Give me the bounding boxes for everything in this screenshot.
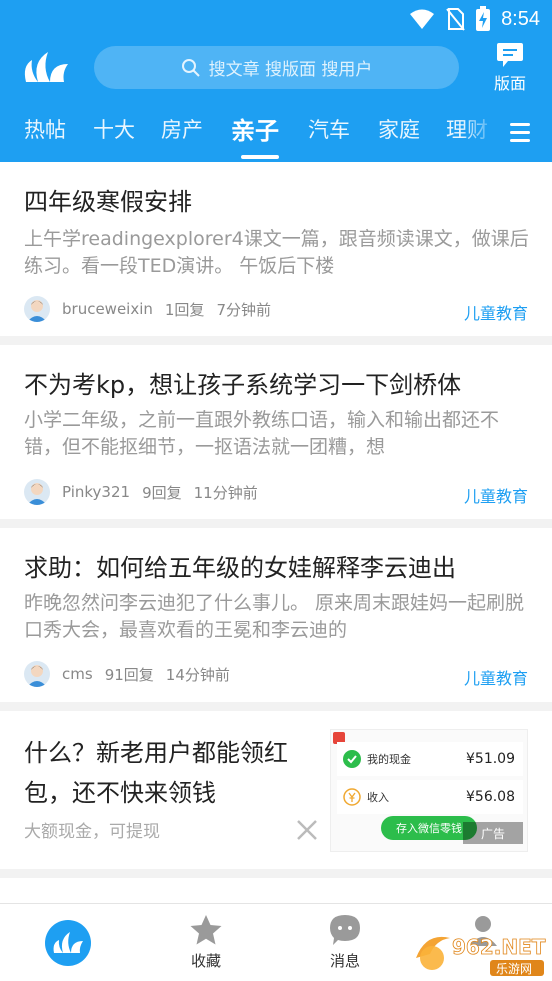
- tab-real-estate[interactable]: 房产: [161, 114, 203, 144]
- search-icon: [181, 58, 200, 77]
- chat-bubble-icon: [330, 915, 360, 945]
- status-bar: 8:54: [0, 0, 552, 40]
- ad-cash-amount: ¥51.09: [466, 751, 515, 767]
- category-tabs: 热帖 十大 房产 亲子 汽车 家庭 理财: [0, 108, 552, 159]
- status-time: 8:54: [501, 7, 540, 30]
- post-card-partial[interactable]: [0, 878, 552, 903]
- post-replies: 91回复: [104, 665, 154, 684]
- post-card[interactable]: 四年级寒假安排 上午学readingexplorer4课文一篇，跟音频读课文，做…: [0, 162, 552, 336]
- post-time: 11分钟前: [193, 483, 258, 502]
- post-meta: Pinky321 9回复 11分钟前: [24, 477, 258, 507]
- tab-parenting[interactable]: 亲子: [231, 111, 279, 146]
- avatar[interactable]: [24, 479, 50, 505]
- tab-hot[interactable]: 热帖: [24, 114, 66, 144]
- post-title[interactable]: 求助：如何给五年级的女娃解释李云迪出: [24, 548, 456, 583]
- nav-messages-label: 消息: [329, 952, 360, 970]
- post-author[interactable]: cms: [62, 665, 93, 683]
- post-excerpt: 小学二年级，之前一直跟外教练口语，输入和输出都还不错，但不能抠细节，一抠语法就一…: [24, 409, 500, 458]
- post-author[interactable]: Pinky321: [62, 483, 130, 501]
- ad-image[interactable]: 我的现金 ¥51.09 收入 ¥56.08 存入微信零钱 广告: [330, 729, 528, 852]
- post-author[interactable]: bruceweixin: [62, 300, 153, 318]
- post-meta: bruceweixin 1回复 7分钟前: [24, 294, 271, 324]
- nav-favorites[interactable]: 收藏: [151, 904, 261, 981]
- watermark-sub: 乐游网: [496, 962, 532, 976]
- tab-menu-button[interactable]: [502, 118, 538, 148]
- post-meta: cms 91回复 14分钟前: [24, 659, 230, 689]
- post-card[interactable]: 求助：如何给五年级的女娃解释李云迪出 昨晚忽然问李云迪犯了什么事儿。 原来周末跟…: [0, 528, 552, 702]
- user-avatar-icon: [27, 665, 47, 687]
- post-category[interactable]: 儿童教育: [464, 665, 528, 689]
- post-replies: 1回复: [164, 300, 205, 319]
- post-replies: 9回复: [142, 483, 182, 502]
- active-tab-indicator: [241, 155, 279, 159]
- close-icon[interactable]: [294, 817, 320, 843]
- board-layout-label: 版面: [493, 74, 526, 93]
- avatar[interactable]: [24, 661, 50, 687]
- search-bar[interactable]: 搜文章 搜版面 搜用户: [94, 46, 459, 89]
- tab-scroll-fade: [462, 108, 498, 158]
- post-title[interactable]: 四年级寒假安排: [24, 182, 192, 217]
- post-category[interactable]: 儿童教育: [464, 483, 528, 507]
- tab-top-ten[interactable]: 十大: [93, 114, 135, 144]
- user-avatar-icon: [27, 300, 47, 322]
- wifi-icon: [410, 9, 435, 29]
- battery-charging-icon: [476, 6, 491, 31]
- board-icon: [497, 43, 523, 67]
- post-excerpt: 上午学readingexplorer4课文一篇，跟音频读课文，做课后练习。看一段…: [24, 228, 529, 277]
- ad-title[interactable]: 什么？新老用户都能领红包，还不快来领钱: [24, 733, 314, 813]
- post-title[interactable]: 不为考kp，想让孩子系统学习一下剑桥体: [24, 365, 461, 400]
- ad-subtitle: 大额现金，可提现: [24, 822, 160, 842]
- yen-coin-icon: [343, 788, 361, 806]
- nav-home[interactable]: [13, 904, 123, 981]
- watermark-logo-icon: [416, 936, 450, 970]
- home-logo-icon: [45, 920, 91, 966]
- tab-cars[interactable]: 汽车: [308, 114, 350, 144]
- avatar[interactable]: [24, 296, 50, 322]
- ad-badge: 广告: [463, 822, 523, 844]
- search-placeholder: 搜文章 搜版面 搜用户: [208, 60, 373, 80]
- watermark-text: 962.NET: [452, 935, 546, 959]
- post-time: 14分钟前: [165, 665, 230, 684]
- ad-cash-label: 我的现金: [367, 753, 411, 766]
- board-layout-button[interactable]: 版面: [484, 42, 536, 94]
- ad-badge-label: 广告: [480, 826, 505, 841]
- ad-cash-row: 我的现金 ¥51.09: [337, 742, 523, 776]
- nav-favorites-label: 收藏: [190, 952, 221, 970]
- star-icon: [190, 915, 222, 945]
- user-avatar-icon: [27, 483, 47, 505]
- app-logo-icon[interactable]: [22, 48, 74, 86]
- no-sim-icon: [446, 8, 465, 31]
- ad-income-label: 收入: [367, 791, 389, 804]
- ad-income-amount: ¥56.08: [466, 789, 515, 805]
- post-excerpt: 昨晚忽然问李云迪犯了什么事儿。 原来周末跟娃妈一起刷脱口秀大会，最喜欢看的王冕和…: [24, 592, 525, 641]
- tab-family[interactable]: 家庭: [378, 114, 420, 144]
- post-category[interactable]: 儿童教育: [464, 300, 528, 324]
- wechat-pay-icon: [343, 750, 361, 768]
- post-time: 7分钟前: [216, 300, 271, 319]
- nav-messages[interactable]: 消息: [290, 904, 400, 981]
- post-card[interactable]: 不为考kp，想让孩子系统学习一下剑桥体 小学二年级，之前一直跟外教练口语，输入和…: [0, 345, 552, 519]
- ad-income-row: 收入 ¥56.08: [337, 780, 523, 814]
- app-header: 8:54 搜文章 搜版面 搜用户 版面 热帖 十大 房产 亲子 汽车 家庭 理财: [0, 0, 552, 162]
- ad-card[interactable]: 什么？新老用户都能领红包，还不快来领钱 大额现金，可提现 我的现金 ¥51.09…: [0, 711, 552, 869]
- site-watermark: 962.NET 乐游网: [416, 935, 546, 976]
